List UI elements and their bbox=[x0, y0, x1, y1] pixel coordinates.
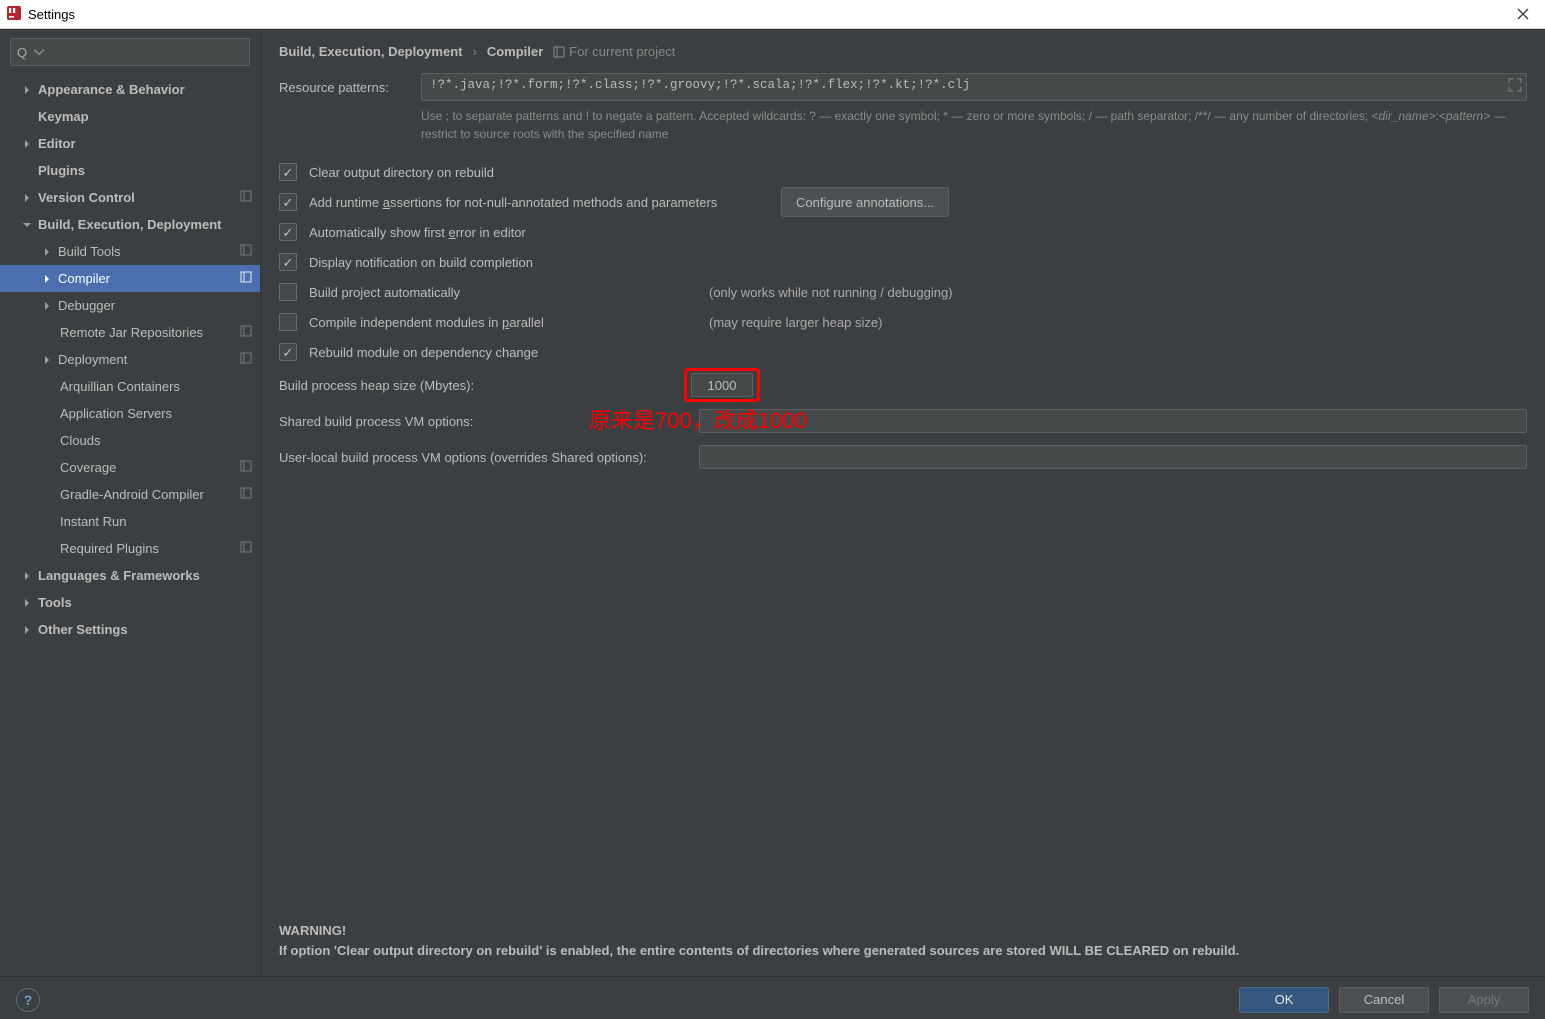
shared-vm-label: Shared build process VM options: bbox=[279, 414, 579, 429]
sidebar-item-other-settings[interactable]: Other Settings bbox=[0, 616, 260, 643]
checkbox-icon[interactable] bbox=[279, 193, 297, 211]
check-rebuild-dep[interactable]: Rebuild module on dependency change bbox=[279, 337, 1527, 367]
chevron-right-icon bbox=[42, 355, 52, 365]
chevron-right-icon bbox=[42, 247, 52, 257]
breadcrumb-item: Compiler bbox=[487, 44, 543, 59]
for-current-project-label: For current project bbox=[553, 44, 675, 59]
breadcrumb: Build, Execution, Deployment › Compiler … bbox=[279, 44, 1527, 59]
sidebar-item-editor[interactable]: Editor bbox=[0, 130, 260, 157]
resource-patterns-input[interactable]: !?*.java;!?*.form;!?*.class;!?*.groovy;!… bbox=[421, 73, 1527, 101]
project-scope-icon bbox=[240, 487, 252, 502]
check-clear-output[interactable]: Clear output directory on rebuild bbox=[279, 157, 1527, 187]
sidebar-item-gradle-android[interactable]: Gradle-Android Compiler bbox=[0, 481, 260, 508]
check-display-notification[interactable]: Display notification on build completion bbox=[279, 247, 1527, 277]
user-vm-label: User-local build process VM options (ove… bbox=[279, 450, 689, 465]
resource-patterns-hint: Use ; to separate patterns and ! to nega… bbox=[421, 107, 1527, 143]
checkbox-icon[interactable] bbox=[279, 253, 297, 271]
chevron-right-icon bbox=[42, 301, 52, 311]
configure-annotations-button[interactable]: Configure annotations... bbox=[781, 187, 949, 217]
expand-icon[interactable] bbox=[1508, 78, 1522, 96]
sidebar-item-languages[interactable]: Languages & Frameworks bbox=[0, 562, 260, 589]
ok-button[interactable]: OK bbox=[1239, 987, 1329, 1013]
chevron-right-icon bbox=[22, 571, 32, 581]
check-add-runtime-assertions[interactable]: Add runtime assertions for not-null-anno… bbox=[279, 193, 769, 211]
sidebar-item-debugger[interactable]: Debugger bbox=[0, 292, 260, 319]
sidebar-item-required-plugins[interactable]: Required Plugins bbox=[0, 535, 260, 562]
checkbox-icon[interactable] bbox=[279, 343, 297, 361]
sidebar-item-version-control[interactable]: Version Control bbox=[0, 184, 260, 211]
user-vm-input[interactable] bbox=[699, 445, 1527, 469]
chevron-right-icon bbox=[22, 85, 32, 95]
footer: ? OK Cancel Apply bbox=[0, 976, 1545, 1019]
checkbox-icon[interactable] bbox=[279, 223, 297, 241]
heap-size-label: Build process heap size (Mbytes): bbox=[279, 378, 674, 393]
sidebar-item-instant-run[interactable]: Instant Run bbox=[0, 508, 260, 535]
sidebar-item-appearance[interactable]: Appearance & Behavior bbox=[0, 76, 260, 103]
sidebar-item-coverage[interactable]: Coverage bbox=[0, 454, 260, 481]
chevron-down-icon bbox=[33, 46, 45, 58]
settings-tree: Appearance & Behavior Keymap Editor Plug… bbox=[0, 76, 260, 976]
check-compile-parallel[interactable]: Compile independent modules in parallel bbox=[279, 313, 679, 331]
app-icon bbox=[6, 5, 22, 24]
warning-title: WARNING! bbox=[279, 921, 1527, 941]
chevron-down-icon bbox=[22, 220, 32, 230]
checkbox-icon[interactable] bbox=[279, 313, 297, 331]
annotation-highlight: 1000 bbox=[684, 368, 760, 402]
project-scope-icon bbox=[240, 271, 252, 286]
cancel-button[interactable]: Cancel bbox=[1339, 987, 1429, 1013]
sidebar-item-compiler[interactable]: Compiler bbox=[0, 265, 260, 292]
warning-body: If option 'Clear output directory on reb… bbox=[279, 941, 1527, 961]
search-input[interactable]: Q bbox=[10, 38, 250, 66]
close-button[interactable] bbox=[1507, 2, 1539, 26]
project-scope-icon bbox=[240, 541, 252, 556]
resource-patterns-label: Resource patterns: bbox=[279, 80, 409, 95]
sidebar-item-plugins[interactable]: Plugins bbox=[0, 157, 260, 184]
sidebar-item-keymap[interactable]: Keymap bbox=[0, 103, 260, 130]
breadcrumb-item[interactable]: Build, Execution, Deployment bbox=[279, 44, 462, 59]
sidebar-item-deployment[interactable]: Deployment bbox=[0, 346, 260, 373]
sidebar-item-arquillian[interactable]: Arquillian Containers bbox=[0, 373, 260, 400]
chevron-right-icon bbox=[22, 598, 32, 608]
window-title: Settings bbox=[28, 7, 75, 22]
build-auto-note: (only works while not running / debuggin… bbox=[709, 285, 953, 300]
heap-size-input[interactable]: 1000 bbox=[691, 373, 753, 397]
project-scope-icon bbox=[240, 325, 252, 340]
chevron-right-icon bbox=[22, 625, 32, 635]
chevron-right-icon: › bbox=[472, 44, 476, 59]
sidebar-item-build-execution-deployment[interactable]: Build, Execution, Deployment bbox=[0, 211, 260, 238]
warning-block: WARNING! If option 'Clear output directo… bbox=[279, 911, 1527, 966]
project-scope-icon bbox=[240, 352, 252, 367]
sidebar-item-tools[interactable]: Tools bbox=[0, 589, 260, 616]
checkbox-icon[interactable] bbox=[279, 283, 297, 301]
shared-vm-input[interactable] bbox=[699, 409, 1527, 433]
sidebar-item-clouds[interactable]: Clouds bbox=[0, 427, 260, 454]
help-button[interactable]: ? bbox=[16, 988, 40, 1012]
chevron-right-icon bbox=[22, 193, 32, 203]
checkbox-icon[interactable] bbox=[279, 163, 297, 181]
sidebar-item-remote-jar[interactable]: Remote Jar Repositories bbox=[0, 319, 260, 346]
titlebar: Settings bbox=[0, 0, 1545, 29]
project-scope-icon bbox=[240, 190, 252, 205]
compile-parallel-note: (may require larger heap size) bbox=[709, 315, 882, 330]
chevron-right-icon bbox=[22, 139, 32, 149]
content-panel: Build, Execution, Deployment › Compiler … bbox=[261, 30, 1545, 976]
annotation-text: 原来是700，改成1000 bbox=[589, 403, 807, 435]
chevron-right-icon bbox=[42, 274, 52, 284]
apply-button[interactable]: Apply bbox=[1439, 987, 1529, 1013]
sidebar-item-app-servers[interactable]: Application Servers bbox=[0, 400, 260, 427]
sidebar: Q Appearance & Behavior Keymap Editor Pl… bbox=[0, 30, 261, 976]
project-scope-icon bbox=[240, 244, 252, 259]
check-auto-first-error[interactable]: Automatically show first error in editor bbox=[279, 217, 1527, 247]
check-build-auto[interactable]: Build project automatically bbox=[279, 283, 679, 301]
sidebar-item-build-tools[interactable]: Build Tools bbox=[0, 238, 260, 265]
project-scope-icon bbox=[240, 460, 252, 475]
